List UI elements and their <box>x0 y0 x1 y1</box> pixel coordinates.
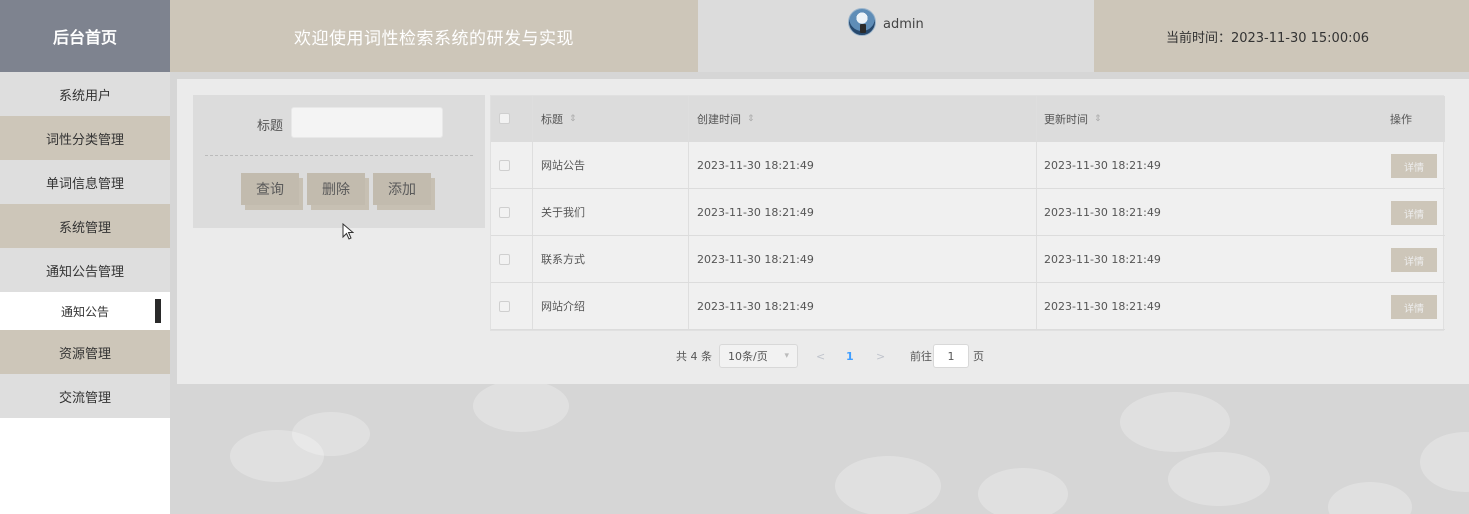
column-divider <box>532 236 533 282</box>
column-divider <box>532 142 533 188</box>
table-header-row: 标题 ⇕ 创建时间 ⇕ 更新时间 ⇕ 操作 <box>491 96 1445 142</box>
column-divider <box>1036 142 1037 188</box>
table-row: 网站公告 2023-11-30 18:21:49 2023-11-30 18:2… <box>491 142 1445 189</box>
sidebar-item-word-info[interactable]: 单词信息管理 <box>0 160 170 204</box>
sort-icon[interactable]: ⇕ <box>569 114 577 124</box>
table-row: 联系方式 2023-11-30 18:21:49 2023-11-30 18:2… <box>491 236 1445 283</box>
sidebar-subitem-label: 通知公告 <box>60 304 109 319</box>
avatar-icon[interactable] <box>848 8 876 36</box>
goto-label: 前往 <box>910 350 932 363</box>
column-header-updated[interactable]: 更新时间 ⇕ <box>1044 96 1102 141</box>
sidebar-item-system-users[interactable]: 系统用户 <box>0 72 170 116</box>
decor-bubble <box>473 380 569 432</box>
column-divider <box>688 96 689 141</box>
delete-button[interactable]: 删除 <box>307 173 365 205</box>
column-header-title[interactable]: 标题 ⇕ <box>541 96 577 141</box>
goto-page-input[interactable]: 1 <box>933 344 969 368</box>
search-panel: 标题 查询 删除 添加 <box>193 95 485 228</box>
column-divider <box>532 96 533 141</box>
detail-button[interactable]: 详情 <box>1391 248 1437 272</box>
decor-bubble <box>1168 452 1270 506</box>
row-created: 2023-11-30 18:21:49 <box>697 205 814 219</box>
select-all-checkbox-cell[interactable] <box>499 96 510 141</box>
detail-button[interactable]: 详情 <box>1391 154 1437 178</box>
brand-home-link[interactable]: 后台首页 <box>0 0 170 72</box>
row-title: 网站介绍 <box>541 300 585 313</box>
title-filter-label: 标题 <box>257 119 284 134</box>
chevron-down-icon: ▾ <box>784 351 789 361</box>
row-checkbox[interactable] <box>499 159 510 171</box>
row-title: 网站公告 <box>541 159 585 172</box>
table-row: 网站介绍 2023-11-30 18:21:49 2023-11-30 18:2… <box>491 283 1445 330</box>
column-divider <box>1036 96 1037 141</box>
row-title: 关于我们 <box>541 206 585 219</box>
sidebar-item-system-management[interactable]: 系统管理 <box>0 204 170 248</box>
column-header-updated-label: 更新时间 <box>1044 112 1088 126</box>
sidebar-item-pos-category[interactable]: 词性分类管理 <box>0 116 170 160</box>
pagination: 共 4 条 10条/页 ▾ < 1 > 前往 1 页 <box>0 344 1469 368</box>
sidebar: 系统用户 词性分类管理 单词信息管理 系统管理 通知公告管理 通知公告 资源管理… <box>0 72 170 514</box>
row-updated: 2023-11-30 18:21:49 <box>1044 205 1161 219</box>
title-search-input[interactable] <box>291 107 443 138</box>
notice-table: 标题 ⇕ 创建时间 ⇕ 更新时间 ⇕ 操作 网站公告 2023-11-30 18:21… <box>490 95 1445 331</box>
page-size-value: 10条/页 <box>728 350 768 363</box>
column-divider <box>1036 283 1037 329</box>
row-checkbox[interactable] <box>499 300 510 312</box>
column-header-actions: 操作 <box>1390 112 1412 126</box>
row-created: 2023-11-30 18:21:49 <box>697 252 814 266</box>
sort-icon[interactable]: ⇕ <box>1094 114 1102 124</box>
detail-button[interactable]: 详情 <box>1391 201 1437 225</box>
row-updated: 2023-11-30 18:21:49 <box>1044 158 1161 172</box>
column-divider <box>532 283 533 329</box>
row-updated: 2023-11-30 18:21:49 <box>1044 299 1161 313</box>
decor-bubble <box>835 456 941 514</box>
query-button[interactable]: 查询 <box>241 173 299 205</box>
decor-bubble <box>292 412 370 456</box>
select-all-checkbox[interactable] <box>499 113 510 124</box>
table-row: 关于我们 2023-11-30 18:21:49 2023-11-30 18:2… <box>491 189 1445 236</box>
add-button[interactable]: 添加 <box>373 173 431 205</box>
column-divider <box>532 189 533 235</box>
sidebar-item-communication[interactable]: 交流管理 <box>0 374 170 418</box>
detail-button[interactable]: 详情 <box>1391 295 1437 319</box>
divider <box>205 155 473 156</box>
decor-bubble <box>1420 432 1469 492</box>
column-divider <box>688 283 689 329</box>
row-checkbox[interactable] <box>499 206 510 218</box>
pagination-total: 共 4 条 <box>676 350 712 363</box>
mouse-cursor-icon <box>342 223 354 240</box>
active-indicator <box>155 299 161 323</box>
row-created: 2023-11-30 18:21:49 <box>697 158 814 172</box>
column-divider <box>688 189 689 235</box>
username[interactable]: admin <box>883 17 924 32</box>
column-divider <box>688 142 689 188</box>
sidebar-subitem-notice[interactable]: 通知公告 <box>0 292 170 330</box>
row-title: 联系方式 <box>541 253 585 266</box>
column-header-title-label: 标题 <box>541 112 563 126</box>
page-unit-label: 页 <box>973 350 984 363</box>
column-header-created-label: 创建时间 <box>697 112 741 126</box>
row-updated: 2023-11-30 18:21:49 <box>1044 252 1161 266</box>
column-divider <box>1036 236 1037 282</box>
header-right-edge <box>1441 0 1469 72</box>
column-header-created[interactable]: 创建时间 ⇕ <box>697 96 755 141</box>
column-divider <box>1036 189 1037 235</box>
decor-bubble <box>1120 392 1230 452</box>
row-checkbox[interactable] <box>499 253 510 265</box>
system-title: 欢迎使用词性检索系统的研发与实现 <box>170 0 698 72</box>
column-divider <box>688 236 689 282</box>
sidebar-item-notice-management[interactable]: 通知公告管理 <box>0 248 170 292</box>
user-panel: admin <box>698 0 1094 72</box>
decor-bubble <box>978 468 1068 514</box>
page-number-current[interactable]: 1 <box>846 344 854 368</box>
next-page-icon[interactable]: > <box>876 344 885 368</box>
row-created: 2023-11-30 18:21:49 <box>697 299 814 313</box>
sort-icon[interactable]: ⇕ <box>747 114 755 124</box>
page-size-select[interactable]: 10条/页 ▾ <box>719 344 798 368</box>
current-time: 当前时间：2023-11-30 15:00:06 <box>1094 0 1441 72</box>
prev-page-icon[interactable]: < <box>816 344 825 368</box>
decor-bubble <box>1328 482 1412 514</box>
